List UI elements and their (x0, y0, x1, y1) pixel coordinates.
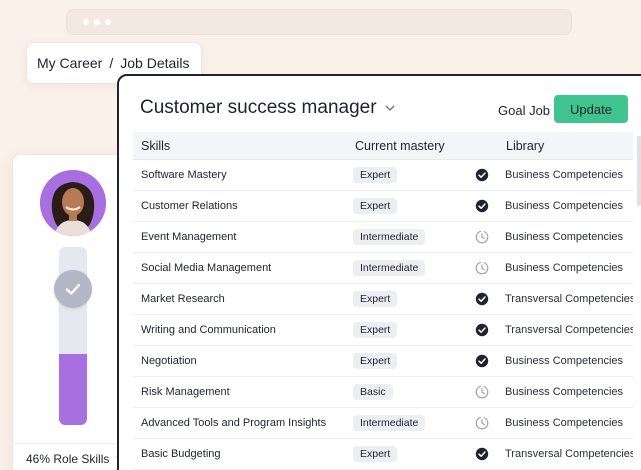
mastery-badge: Expert (353, 446, 398, 462)
check-circle-icon (475, 354, 489, 368)
library-name: Transversal Competencies (505, 448, 633, 460)
mastery-badge: Expert (353, 198, 398, 214)
completed-check-icon (54, 270, 92, 308)
clock-icon (475, 230, 489, 244)
table-row[interactable]: Social Media Management Intermediate Busin… (133, 253, 633, 284)
role-skills-dropdown[interactable]: 46% Role Skills (13, 443, 131, 470)
check-circle-icon (475, 199, 489, 213)
chevron-down-icon (385, 102, 395, 114)
column-header-skills: Skills (141, 139, 171, 153)
breadcrumb-separator: / (109, 55, 114, 71)
library-name: Business Competencies (505, 231, 624, 243)
goal-job-label: Goal Job (498, 103, 551, 118)
library-name: Business Competencies (505, 169, 624, 181)
mastery-badge: Basic (353, 384, 393, 400)
table-header: Skills Current mastery Library (133, 132, 633, 160)
library-name: Business Competencies (505, 386, 624, 398)
library-name: Business Competencies (505, 200, 624, 212)
library-name: Transversal Competencies (505, 324, 633, 336)
library-name: Business Competencies (505, 262, 624, 274)
skill-name: Risk Management (141, 386, 230, 398)
mastery-badge: Expert (353, 322, 398, 338)
window-dots (83, 19, 111, 25)
table-scrollbar[interactable] (637, 136, 641, 206)
role-skills-card: 46% Role Skills (12, 154, 132, 470)
mastery-badge: Intermediate (353, 229, 426, 245)
table-row[interactable]: Event Management Intermediate Business Com… (133, 222, 633, 253)
check-circle-icon (475, 447, 489, 461)
skills-table: Skills Current mastery Library Software … (133, 132, 633, 470)
table-row[interactable]: Writing and Communication Expert Transvers… (133, 315, 633, 346)
clock-icon (475, 385, 489, 399)
table-row[interactable]: Basic Budgeting Expert Transversal Compete… (133, 439, 633, 470)
skill-name: Event Management (141, 231, 237, 243)
clock-icon (475, 261, 489, 275)
avatar (40, 170, 106, 236)
column-header-library: Library (506, 139, 545, 153)
mastery-badge: Intermediate (353, 415, 426, 431)
mastery-badge: Expert (353, 353, 398, 369)
check-circle-icon (475, 323, 489, 337)
breadcrumb-root[interactable]: My Career (37, 55, 102, 71)
table-row[interactable]: Advanced Tools and Program Insights Inter… (133, 408, 633, 439)
check-circle-icon (475, 168, 489, 182)
skill-name: Writing and Communication (141, 324, 276, 336)
skill-name: Basic Budgeting (141, 448, 221, 460)
table-row[interactable]: Market Research Expert Transversal Compete… (133, 284, 633, 315)
mastery-badge: Intermediate (353, 260, 426, 276)
table-row[interactable]: Software Mastery Expert Business Competenc… (133, 160, 633, 191)
job-details-panel: Customer success manager Goal Job Update… (117, 74, 641, 470)
role-skills-progress-fill (59, 353, 87, 425)
library-name: Business Competencies (505, 355, 624, 367)
job-title: Customer success manager (140, 97, 377, 118)
mastery-badge: Expert (353, 291, 398, 307)
table-row[interactable]: Customer Relations Expert Business Compete… (133, 191, 633, 222)
clock-icon (475, 416, 489, 430)
background-browser-window (66, 9, 572, 35)
skill-name: Negotiation (141, 355, 197, 367)
library-name: Business Competencies (505, 417, 624, 429)
job-title-dropdown[interactable]: Customer success manager (140, 97, 395, 119)
skill-name: Software Mastery (141, 169, 227, 181)
column-header-mastery: Current mastery (355, 139, 445, 153)
update-button[interactable]: Update (554, 95, 628, 123)
table-row[interactable]: Risk Management Basic Business Competencie… (133, 377, 633, 408)
check-circle-icon (475, 292, 489, 306)
library-name: Transversal Competencies (505, 293, 633, 305)
skill-name: Market Research (141, 293, 225, 305)
skill-name: Customer Relations (141, 200, 238, 212)
role-skills-label: 46% Role Skills (26, 451, 110, 466)
job-header: Customer success manager Goal Job Update (119, 76, 641, 132)
mastery-badge: Expert (353, 167, 398, 183)
table-row[interactable]: Negotiation Expert Business Competencies (133, 346, 633, 377)
skill-name: Social Media Management (141, 262, 272, 274)
breadcrumb-current: Job Details (120, 55, 190, 71)
skill-name: Advanced Tools and Program Insights (141, 417, 327, 429)
